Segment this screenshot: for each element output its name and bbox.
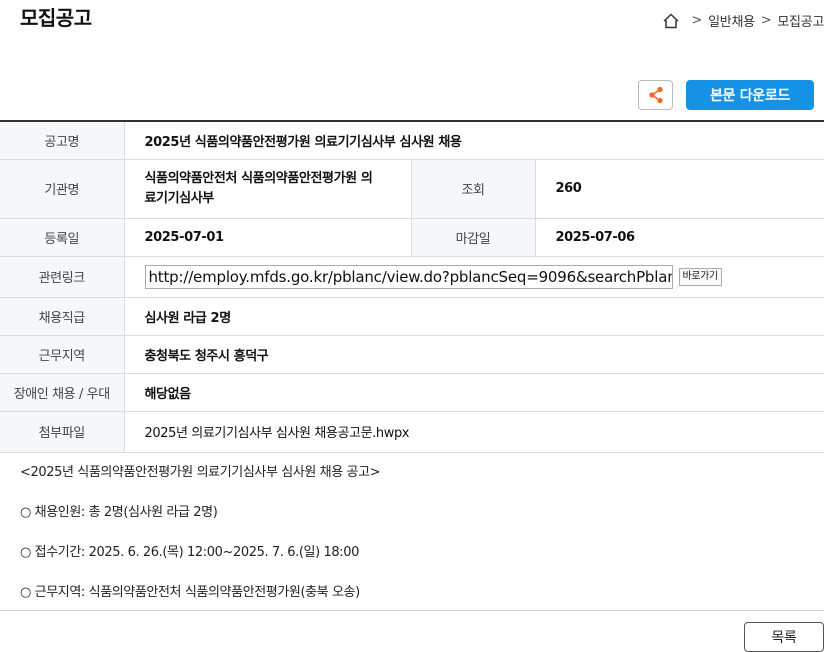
disability-label: 장애인 채용 / 우대 [0,373,125,412]
title-value: 2025년 식품의약품안전평가원 의료기기심사부 심사원 채용 [124,121,824,160]
home-icon[interactable] [662,12,680,30]
notice-body: <2025년 식품의약품안전평가원 의료기기심사부 심사원 채용 공고> ○ 채… [20,463,381,623]
table-row: 근무지역 충청북도 청주시 흥덕구 [0,335,824,374]
attachment-link[interactable]: 2025년 의료기기심사부 심사원 채용공고문.hwpx [124,411,824,453]
breadcrumb-separator: > [760,13,772,28]
go-link-button[interactable]: 바로가기 [678,267,722,286]
attachment-label: 첨부파일 [0,411,125,453]
breadcrumb-item-recruit-notice[interactable]: 모집공고 [777,11,824,30]
body-heading: <2025년 식품의약품안전평가원 의료기기심사부 심사원 채용 공고> [20,465,381,480]
position-value: 심사원 라급 2명 [124,297,824,336]
org-value-line1: 식품의약품안전처 식품의약품안전평가원 의 [144,170,373,186]
breadcrumb: > 일반채용 > 모집공고 [662,11,824,30]
body-period: ○ 접수기간: 2025. 6. 26.(목) 12:00~2025. 7. 6… [20,545,359,560]
notice-info-table: 공고명 2025년 식품의약품안전평가원 의료기기심사부 심사원 채용 기관명 … [0,120,824,453]
deadline-value: 2025-07-06 [535,218,824,257]
body-headcount: ○ 채용인원: 총 2명(심사원 라급 2명) [20,505,218,520]
body-location: ○ 근무지역: 식품의약품안전처 식품의약품안전평가원(충북 오송) [20,585,360,600]
location-value: 충청북도 청주시 흥덕구 [124,335,824,374]
link-cell: http://employ.mfds.go.kr/pblanc/view.do?… [124,256,824,298]
org-value: 식품의약품안전처 식품의약품안전평가원 의 료기기심사부 [124,159,412,219]
table-row: 첨부파일 2025년 의료기기심사부 심사원 채용공고문.hwpx [0,411,824,453]
link-label: 관련링크 [0,256,125,298]
table-row: 관련링크 http://employ.mfds.go.kr/pblanc/vie… [0,256,824,298]
location-label: 근무지역 [0,335,125,374]
table-row: 채용직급 심사원 라급 2명 [0,297,824,336]
download-body-button[interactable]: 본문 다운로드 [686,80,814,110]
views-value: 260 [535,159,824,219]
breadcrumb-separator: > [691,13,703,28]
table-row: 기관명 식품의약품안전처 식품의약품안전평가원 의 료기기심사부 조회 260 [0,159,824,219]
breadcrumb-item-general-hiring[interactable]: 일반채용 [708,11,755,30]
table-row: 공고명 2025년 식품의약품안전평가원 의료기기심사부 심사원 채용 [0,121,824,160]
position-label: 채용직급 [0,297,125,336]
page-title: 모집공고 [20,6,92,30]
reg-date-value: 2025-07-01 [124,218,412,257]
disability-value: 해당없음 [124,373,824,412]
list-button[interactable]: 목록 [744,622,824,652]
link-row: http://employ.mfds.go.kr/pblanc/view.do?… [144,264,805,289]
views-label: 조회 [411,159,536,219]
reg-date-label: 등록일 [0,218,125,257]
org-value-line2: 료기기심사부 [144,190,215,206]
table-row: 등록일 2025-07-01 마감일 2025-07-06 [0,218,824,257]
deadline-label: 마감일 [411,218,536,257]
org-label: 기관명 [0,159,125,219]
divider [0,610,824,611]
share-icon [648,86,663,104]
title-label: 공고명 [0,121,125,160]
table-row: 장애인 채용 / 우대 해당없음 [0,373,824,412]
share-button[interactable] [638,80,673,110]
related-link-field[interactable]: http://employ.mfds.go.kr/pblanc/view.do?… [144,264,673,289]
